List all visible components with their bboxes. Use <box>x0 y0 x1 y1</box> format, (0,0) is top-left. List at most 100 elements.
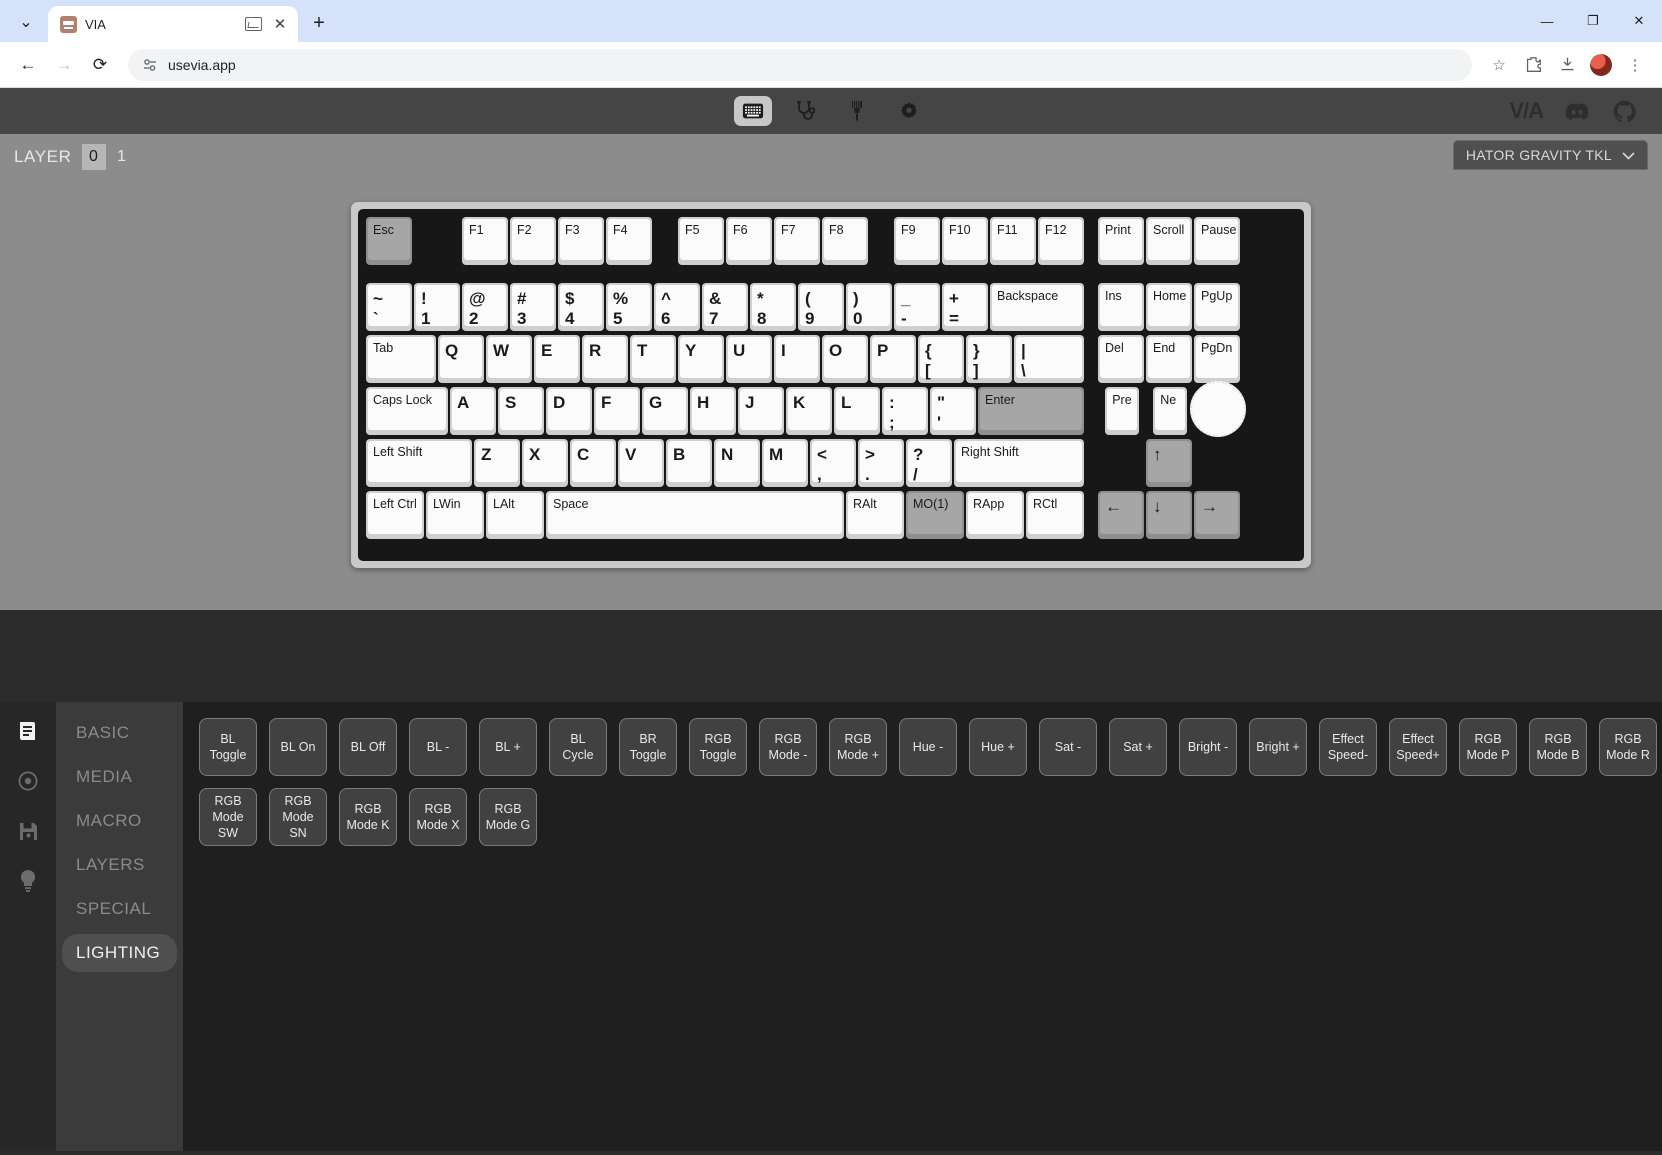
key-f9[interactable]: F9 <box>894 217 940 265</box>
key-enter[interactable]: Enter <box>978 387 1084 435</box>
key-lwin[interactable]: LWin <box>426 491 484 539</box>
key-f10[interactable]: F10 <box>942 217 988 265</box>
key-[interactable]: ↓ <box>1146 491 1192 539</box>
tab-search-button[interactable]: ⌄ <box>4 4 48 40</box>
keycode-bl-toggle[interactable]: BL Toggle <box>199 718 257 776</box>
key-end[interactable]: End <box>1146 335 1192 383</box>
keycode-bl[interactable]: BL + <box>479 718 537 776</box>
keycode-rgb-mode-r[interactable]: RGB Mode R <box>1599 718 1657 776</box>
new-tab-button[interactable]: + <box>304 8 334 38</box>
key-y[interactable]: Y <box>678 335 724 383</box>
key-a[interactable]: A <box>450 387 496 435</box>
key-ralt[interactable]: RAlt <box>846 491 904 539</box>
key-f6[interactable]: F6 <box>726 217 772 265</box>
key-rctl[interactable]: RCtl <box>1026 491 1084 539</box>
browser-tab[interactable]: VIA ✕ <box>48 6 298 42</box>
key-f[interactable]: F <box>594 387 640 435</box>
keycode-bl-off[interactable]: BL Off <box>339 718 397 776</box>
key-pause[interactable]: Pause <box>1194 217 1240 265</box>
key-x[interactable]: X <box>522 439 568 487</box>
key-f5[interactable]: F5 <box>678 217 724 265</box>
key-q[interactable]: Q <box>438 335 484 383</box>
key-tab[interactable]: Tab <box>366 335 436 383</box>
key-[interactable]: #3 <box>510 283 556 331</box>
keycode-rgb-mode-x[interactable]: RGB Mode X <box>409 788 467 846</box>
key-z[interactable]: Z <box>474 439 520 487</box>
key-g[interactable]: G <box>642 387 688 435</box>
key-e[interactable]: E <box>534 335 580 383</box>
key-[interactable]: _ - <box>894 283 940 331</box>
key-print[interactable]: Print <box>1098 217 1144 265</box>
key-v[interactable]: V <box>618 439 664 487</box>
layer-tab-1[interactable]: 1 <box>110 144 134 170</box>
key-[interactable]: % 5 <box>606 283 652 331</box>
keycode-bright[interactable]: Bright + <box>1249 718 1307 776</box>
keycode-bright[interactable]: Bright - <box>1179 718 1237 776</box>
tab-settings[interactable] <box>890 96 928 126</box>
key-[interactable]: | \ <box>1014 335 1084 383</box>
key-[interactable]: (9 <box>798 283 844 331</box>
keycode-hue[interactable]: Hue - <box>899 718 957 776</box>
key-f11[interactable]: F11 <box>990 217 1036 265</box>
key-w[interactable]: W <box>486 335 532 383</box>
key-h[interactable]: H <box>690 387 736 435</box>
maximize-button[interactable]: ❐ <box>1570 0 1616 42</box>
key-left-shift[interactable]: Left Shift <box>366 439 472 487</box>
key-[interactable]: :; <box>882 387 928 435</box>
key-pgup[interactable]: PgUp <box>1194 283 1240 331</box>
tab-debug[interactable] <box>786 96 824 126</box>
key-s[interactable]: S <box>498 387 544 435</box>
lighting-icon[interactable] <box>13 866 43 896</box>
keycode-hue[interactable]: Hue + <box>969 718 1027 776</box>
bookmark-star-icon[interactable]: ☆ <box>1484 50 1514 80</box>
key-f1[interactable]: F1 <box>462 217 508 265</box>
key-[interactable]: ! 1 <box>414 283 460 331</box>
key-t[interactable]: T <box>630 335 676 383</box>
key-[interactable]: ^ 6 <box>654 283 700 331</box>
key-[interactable]: * 8 <box>750 283 796 331</box>
key-ins[interactable]: Ins <box>1098 283 1144 331</box>
key-f4[interactable]: F4 <box>606 217 652 265</box>
keycode-rgb-mode-k[interactable]: RGB Mode K <box>339 788 397 846</box>
key-[interactable]: ) 0 <box>846 283 892 331</box>
minimize-button[interactable]: — <box>1524 0 1570 42</box>
key-[interactable]: ↑ <box>1146 439 1192 487</box>
keycode-rgb-mode-sn[interactable]: RGB Mode SN <box>269 788 327 846</box>
key-f7[interactable]: F7 <box>774 217 820 265</box>
category-special[interactable]: SPECIAL <box>62 890 177 928</box>
keycode-effect-speed[interactable]: Effect Speed- <box>1319 718 1377 776</box>
key-pre[interactable]: Pre <box>1105 387 1140 435</box>
key-[interactable]: >. <box>858 439 904 487</box>
key-caps-lock[interactable]: Caps Lock <box>366 387 448 435</box>
key-esc[interactable]: Esc <box>366 217 412 265</box>
keycode-bl[interactable]: BL - <box>409 718 467 776</box>
key-c[interactable]: C <box>570 439 616 487</box>
browser-menu-icon[interactable]: ⋮ <box>1620 50 1650 80</box>
key-n[interactable]: N <box>714 439 760 487</box>
tab-media-icon[interactable] <box>245 17 262 31</box>
keycode-sat[interactable]: Sat + <box>1109 718 1167 776</box>
key-i[interactable]: I <box>774 335 820 383</box>
extensions-icon[interactable] <box>1518 50 1548 80</box>
forward-icon[interactable]: → <box>48 49 80 81</box>
key-[interactable]: ← <box>1098 491 1144 539</box>
key-[interactable]: }] <box>966 335 1012 383</box>
key-[interactable]: + = <box>942 283 988 331</box>
key-[interactable]: @2 <box>462 283 508 331</box>
key-[interactable]: {[ <box>918 335 964 383</box>
key-u[interactable]: U <box>726 335 772 383</box>
category-basic[interactable]: BASIC <box>62 714 177 752</box>
site-settings-icon[interactable] <box>142 57 158 73</box>
key-f8[interactable]: F8 <box>822 217 868 265</box>
keymap-icon[interactable] <box>13 716 43 746</box>
profile-avatar[interactable] <box>1590 53 1612 76</box>
address-bar[interactable]: usevia.app <box>128 48 1472 81</box>
key-b[interactable]: B <box>666 439 712 487</box>
key-[interactable]: → <box>1194 491 1240 539</box>
key-home[interactable]: Home <box>1146 283 1192 331</box>
key-[interactable]: ? / <box>906 439 952 487</box>
key-p[interactable]: P <box>870 335 916 383</box>
key-[interactable]: $4 <box>558 283 604 331</box>
keycode-rgb-mode-b[interactable]: RGB Mode B <box>1529 718 1587 776</box>
key-o[interactable]: O <box>822 335 868 383</box>
